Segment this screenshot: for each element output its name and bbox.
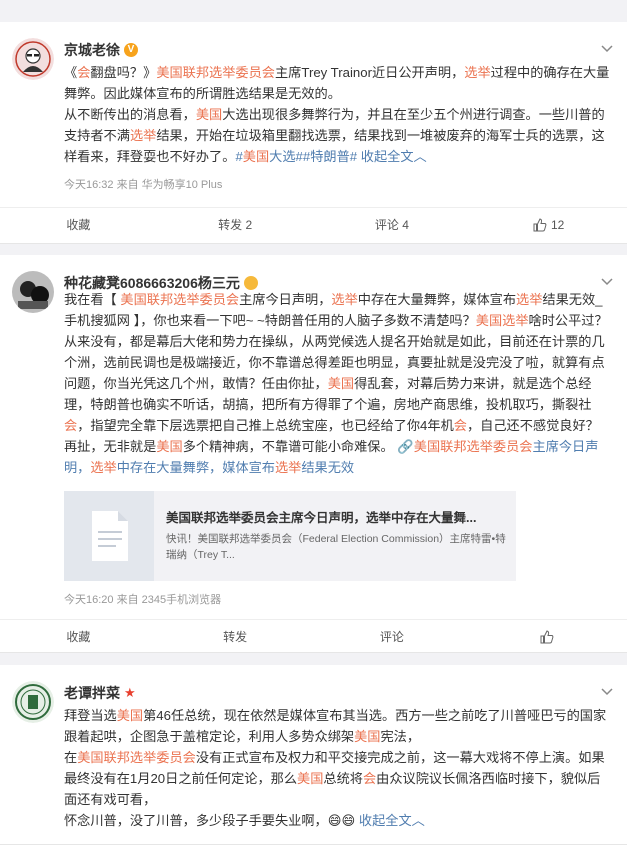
- author-name[interactable]: 老谭拌菜: [64, 683, 120, 703]
- emoji-badge-icon: [243, 276, 258, 290]
- text-run: 翻盘吗？》: [90, 65, 157, 80]
- like-button[interactable]: 12: [470, 208, 627, 241]
- keyword-highlight: 美国选举: [475, 313, 529, 328]
- post-meta: 今天16:32 来自 华为畅享10 Plus: [64, 179, 223, 191]
- action-bar: 收藏 转发 2 评论 4 12: [0, 207, 627, 241]
- avatar[interactable]: [12, 38, 54, 80]
- star-badge-icon: ★: [124, 685, 136, 700]
- text-run: 第46任总统，现在依然是媒体宣布其当选。西方一些之前吃了川普哑巴亏的国家跟着起哄…: [64, 708, 607, 744]
- post-card: 京城老徐 V 《会翻盘吗？》美国联邦选举委员会主席Trey Trainor近日公…: [0, 22, 627, 244]
- text-run: 主席今日声明，: [239, 292, 332, 307]
- keyword-highlight: 美国联邦选举委员会: [77, 750, 196, 765]
- chevron-down-icon[interactable]: [599, 683, 615, 699]
- keyword-highlight: 美国: [116, 708, 144, 723]
- text-run: 主席Trey Trainor近日公开声明，: [275, 65, 465, 80]
- post-text: 《会翻盘吗？》美国联邦选举委员会主席Trey Trainor近日公开声明，选举过…: [64, 62, 611, 167]
- repost-button[interactable]: 转发: [157, 620, 314, 653]
- text-run: 我在看【: [64, 292, 121, 307]
- keyword-highlight: 美国联邦选举委员会: [156, 65, 275, 80]
- link-card-thumbnail: [64, 491, 154, 581]
- keyword-highlight: 选举: [331, 292, 358, 307]
- keyword-highlight: 美国联邦选举委员会: [120, 292, 240, 307]
- text-run: ，指望完全靠下层选票把自己推上总统宝座，也已经给了你4年机: [77, 418, 454, 433]
- keyword-highlight: 选举: [90, 460, 117, 475]
- keyword-highlight: 会: [362, 771, 377, 786]
- text-link[interactable]: 🔗: [397, 439, 413, 454]
- author-name[interactable]: 京城老徐: [64, 40, 120, 60]
- repost-button[interactable]: 转发 2: [157, 208, 314, 241]
- keyword-highlight: 美国: [156, 439, 183, 454]
- text-run: 多个精神病，不靠谱可能小命难保。: [182, 439, 398, 454]
- like-count: 12: [550, 217, 565, 232]
- comment-button[interactable]: 评论: [314, 620, 471, 653]
- comment-label: 评论 4: [374, 218, 409, 232]
- post-card: 老谭拌菜 ★ 拜登当选美国第46任总统，现在依然是媒体宣布其当选。西方一些之前吃…: [0, 665, 627, 845]
- keyword-highlight: 美国: [297, 771, 324, 786]
- keyword-highlight: 选举: [464, 65, 491, 80]
- collect-label: 收藏: [66, 218, 91, 232]
- keyword-highlight: 选举: [516, 292, 543, 307]
- document-icon: [92, 511, 128, 561]
- text-link[interactable]: 结果无效: [301, 460, 354, 475]
- text-link[interactable]: 收起全文: [361, 149, 414, 164]
- text-link[interactable]: 大选##特朗普#: [269, 149, 361, 164]
- keyword-highlight: 美国: [327, 376, 355, 391]
- text-run: 总统将: [323, 771, 363, 786]
- repost-label: 转发: [223, 630, 248, 644]
- keyword-highlight: 会: [77, 65, 91, 80]
- text-run: 《: [64, 65, 78, 80]
- text-run: 拜登当选: [64, 708, 117, 723]
- keyword-highlight: 选举: [275, 460, 302, 475]
- keyword-highlight: 美国: [242, 149, 270, 164]
- keyword-highlight: 美国联邦选举委员会: [413, 439, 533, 454]
- collect-label: 收藏: [66, 630, 91, 644]
- text-link[interactable]: #: [235, 149, 242, 164]
- keyword-highlight: 美国: [195, 107, 223, 122]
- link-card-description: 快讯！美国联邦选举委员会（Federal Election Commission…: [166, 533, 506, 561]
- chevron-down-icon[interactable]: [599, 40, 615, 56]
- text-link[interactable]: ︿: [414, 149, 427, 164]
- action-bar: 收藏 转发 评论: [0, 619, 627, 653]
- text-link[interactable]: ︿: [412, 813, 425, 828]
- collect-button[interactable]: 收藏: [0, 620, 157, 653]
- text-run: 在: [64, 750, 78, 765]
- text-run: 😄😄: [327, 813, 356, 828]
- keyword-highlight: 会: [453, 418, 467, 433]
- keyword-highlight: 美国: [354, 729, 381, 744]
- comment-label: 评论: [379, 630, 404, 644]
- text-run: 从不断传出的消息看，: [64, 107, 196, 122]
- text-run: 宪法，: [380, 729, 421, 744]
- post-card: 种花藏凳6086663206杨三元 我在看【 美国联邦选举委员会主席今日声明，选…: [0, 255, 627, 653]
- like-button[interactable]: [470, 620, 627, 653]
- keyword-highlight: 会: [64, 418, 78, 433]
- text-link[interactable]: 收起全文: [355, 813, 412, 828]
- repost-label: 转发 2: [218, 218, 253, 232]
- verified-badge-icon: V: [124, 43, 138, 57]
- thumbs-up-icon: [540, 629, 554, 643]
- avatar-seal-icon: [12, 681, 54, 723]
- comment-button[interactable]: 评论 4: [314, 208, 471, 241]
- post-meta: 今天16:20 来自 2345手机浏览器: [64, 594, 222, 606]
- post-text: 拜登当选美国第46任总统，现在依然是媒体宣布其当选。西方一些之前吃了川普哑巴亏的…: [64, 705, 611, 831]
- post-text: 我在看【 美国联邦选举委员会主席今日声明，选举中存在大量舞弊，媒体宣布选举结果无…: [64, 289, 611, 478]
- avatar-photo-icon: [12, 271, 54, 313]
- avatar-portrait-icon: [12, 38, 54, 80]
- thumbs-up-icon: [533, 217, 547, 231]
- text-run: 中存在大量舞弊，媒体宣布: [357, 292, 517, 307]
- avatar[interactable]: [12, 681, 54, 723]
- text-link[interactable]: 中存在大量舞弊，媒体宣布: [117, 460, 275, 475]
- link-card[interactable]: 美国联邦选举委员会主席今日声明，选举中存在大量舞... 快讯！美国联邦选举委员会…: [64, 491, 516, 581]
- keyword-highlight: 选举: [129, 128, 157, 143]
- link-card-title: 美国联邦选举委员会主席今日声明，选举中存在大量舞...: [166, 511, 477, 525]
- avatar[interactable]: [12, 271, 54, 313]
- collect-button[interactable]: 收藏: [0, 208, 157, 241]
- chevron-down-icon[interactable]: [599, 273, 615, 289]
- text-run: 怀念川普，没了川普，多少段子手要失业啊，: [64, 813, 328, 828]
